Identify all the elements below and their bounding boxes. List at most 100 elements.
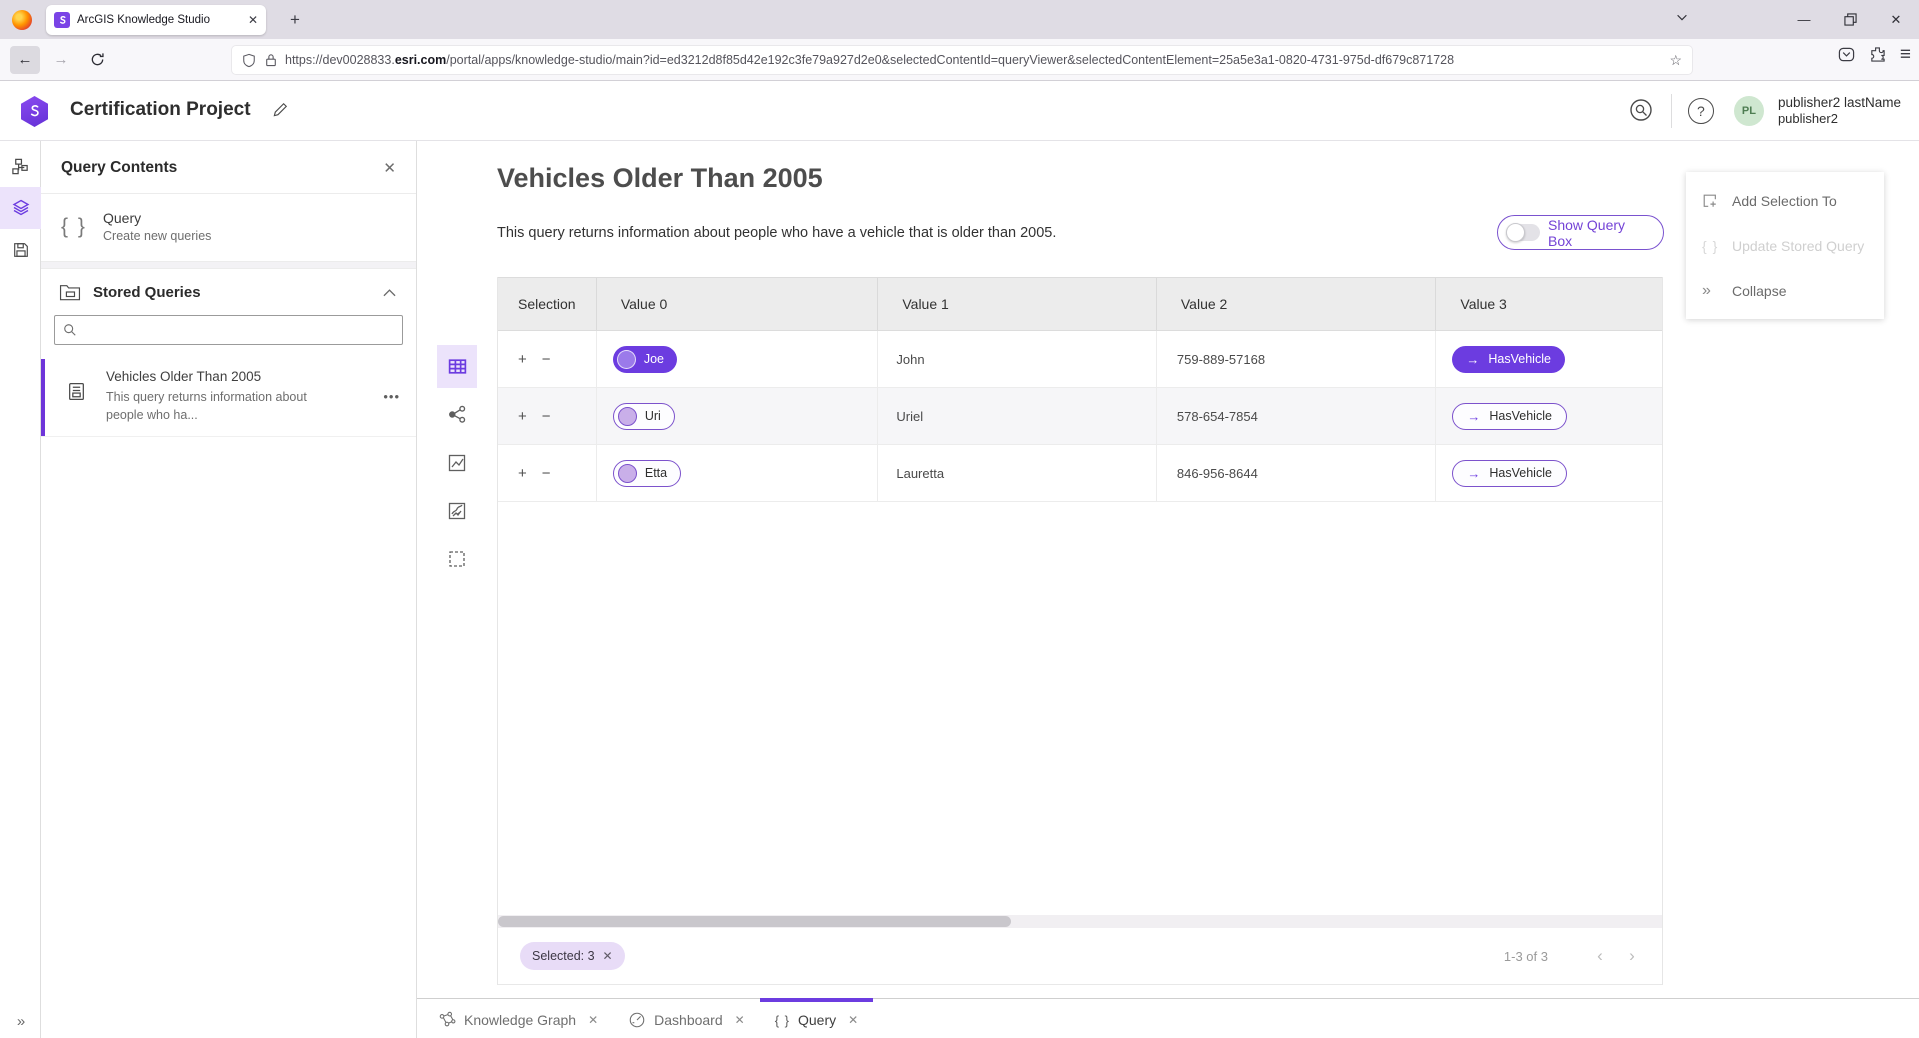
update-stored-query-item[interactable]: { } Update Stored Query [1686, 223, 1884, 268]
user-avatar[interactable]: PL [1734, 96, 1764, 126]
expand-rail-chevrons[interactable]: » [0, 1013, 41, 1030]
stored-queries-header[interactable]: Stored Queries [41, 269, 416, 313]
scrollbar-thumb[interactable] [498, 916, 1011, 927]
next-page-chevron[interactable]: › [1616, 946, 1648, 966]
add-to-selection-button[interactable]: + [518, 465, 527, 482]
table-view-button[interactable] [437, 345, 477, 388]
link-chart-view-button[interactable] [437, 393, 477, 436]
browser-tab-title: ArcGIS Knowledge Studio [77, 14, 242, 26]
close-tab-icon[interactable]: ✕ [588, 1013, 598, 1027]
toggle-switch[interactable] [1506, 224, 1540, 241]
entity-pill[interactable]: Joe [613, 346, 677, 373]
stored-queries-title: Stored Queries [93, 284, 383, 301]
search-icon [63, 323, 77, 337]
item-options-ellipsis[interactable]: ••• [383, 389, 400, 404]
table-header-row: Selection Value 0 Value 1 Value 2 Value … [498, 277, 1662, 331]
cell-value1[interactable]: Lauretta [878, 445, 1157, 501]
main-content: Vehicles Older Than 2005 This query retu… [417, 141, 1919, 1038]
table-row[interactable]: +− Uri Uriel 578-654-7854 →HasVehicle [498, 388, 1662, 445]
table-row[interactable]: +− Joe John 759-889-57168 →HasVehicle [498, 331, 1662, 388]
relationship-pill[interactable]: →HasVehicle [1452, 460, 1567, 487]
node-circle-icon [617, 350, 636, 369]
bookmark-star-icon[interactable]: ☆ [1669, 52, 1682, 69]
selection-tools-button[interactable] [437, 537, 477, 580]
layers-button[interactable] [0, 187, 41, 229]
new-query-item[interactable]: { } Query Create new queries [41, 194, 416, 262]
tab-knowledge-graph[interactable]: Knowledge Graph ✕ [423, 998, 613, 1038]
extensions-puzzle-icon[interactable] [1869, 46, 1886, 63]
remove-from-selection-button[interactable]: − [542, 408, 551, 425]
back-button[interactable]: ← [10, 46, 40, 74]
search-input[interactable] [83, 323, 394, 338]
relationship-pill[interactable]: →HasVehicle [1452, 403, 1567, 430]
tab-close-icon[interactable]: ✕ [248, 13, 258, 27]
list-tabs-chevron-icon[interactable] [1675, 10, 1689, 29]
reload-button[interactable] [82, 46, 112, 74]
clear-selection-icon[interactable]: ✕ [603, 949, 613, 963]
help-button[interactable]: ? [1678, 98, 1724, 124]
close-tab-icon[interactable]: ✕ [735, 1013, 745, 1027]
edit-project-title-icon[interactable] [272, 101, 289, 123]
help-icon: ? [1688, 98, 1714, 124]
collapse-menu-item[interactable]: » Collapse [1686, 268, 1884, 313]
browser-tab[interactable]: ArcGIS Knowledge Studio ✕ [46, 5, 266, 35]
knowledge-graph-icon [438, 1011, 456, 1029]
show-query-box-toggle[interactable]: Show Query Box [1497, 215, 1664, 250]
selected-count-chip[interactable]: Selected: 3 ✕ [520, 942, 625, 970]
add-selection-to-item[interactable]: Add Selection To [1686, 178, 1884, 223]
search-button[interactable] [1619, 98, 1665, 124]
entity-pill[interactable]: Uri [613, 403, 675, 430]
relationship-arrow-icon: → [1467, 409, 1480, 424]
cell-value1[interactable]: John [878, 331, 1157, 387]
double-chevron-icon: » [1702, 282, 1732, 300]
column-header-value2[interactable]: Value 2 [1157, 278, 1437, 330]
tracking-shield-icon[interactable] [242, 53, 256, 68]
forward-button[interactable]: → [46, 46, 76, 74]
panel-close-icon[interactable]: ✕ [383, 159, 396, 177]
menu-hamburger-icon[interactable]: ≡ [1900, 46, 1911, 63]
stored-queries-search[interactable] [54, 315, 403, 345]
cell-value2[interactable]: 759-889-57168 [1157, 331, 1437, 387]
url-text[interactable]: https://dev0028833.esri.com/portal/apps/… [285, 53, 1661, 67]
cell-value2[interactable]: 578-654-7854 [1157, 388, 1437, 444]
close-tab-icon[interactable]: ✕ [848, 1013, 858, 1027]
entity-pill[interactable]: Etta [613, 460, 681, 487]
lock-icon[interactable] [265, 53, 277, 67]
relationship-pill[interactable]: →HasVehicle [1452, 346, 1565, 373]
table-footer: Selected: 3 ✕ 1-3 of 3 ‹ › [498, 928, 1662, 985]
firefox-logo-icon[interactable] [12, 10, 32, 30]
chart-view-button[interactable] [437, 441, 477, 484]
map-view-button[interactable] [437, 489, 477, 532]
stored-query-text: Vehicles Older Than 2005 This query retu… [106, 369, 328, 424]
remove-from-selection-button[interactable]: − [542, 351, 551, 368]
add-to-selection-button[interactable]: + [518, 408, 527, 425]
stored-query-item[interactable]: Vehicles Older Than 2005 This query retu… [41, 359, 416, 437]
close-window-button[interactable]: ✕ [1873, 0, 1919, 39]
save-button[interactable] [0, 229, 41, 271]
user-info[interactable]: publisher2 lastName publisher2 [1778, 95, 1901, 127]
remove-from-selection-button[interactable]: − [542, 465, 551, 482]
query-item-title: Query [103, 210, 211, 226]
column-header-value3[interactable]: Value 3 [1436, 278, 1662, 330]
previous-page-chevron[interactable]: ‹ [1584, 946, 1616, 966]
add-to-selection-button[interactable]: + [518, 351, 527, 368]
minimize-button[interactable]: — [1781, 0, 1827, 39]
user-username: publisher2 [1778, 111, 1901, 127]
collapse-chevron-icon[interactable] [383, 288, 396, 297]
table-row[interactable]: +− Etta Lauretta 846-956-8644 →HasVehicl… [498, 445, 1662, 502]
data-model-button[interactable] [0, 145, 41, 187]
cell-value2[interactable]: 846-956-8644 [1157, 445, 1437, 501]
tab-query[interactable]: { } Query ✕ [760, 998, 873, 1038]
view-switch-rail [437, 345, 477, 585]
column-header-selection[interactable]: Selection [498, 278, 597, 330]
pocket-icon[interactable] [1838, 46, 1855, 63]
column-header-value1[interactable]: Value 1 [878, 278, 1157, 330]
browser-tabbar: ArcGIS Knowledge Studio ✕ + — ✕ [0, 0, 1919, 39]
tab-dashboard[interactable]: Dashboard ✕ [613, 998, 760, 1038]
cell-value1[interactable]: Uriel [878, 388, 1157, 444]
column-header-value0[interactable]: Value 0 [597, 278, 879, 330]
horizontal-scrollbar[interactable] [498, 915, 1662, 928]
restore-button[interactable] [1827, 0, 1873, 39]
url-bar[interactable]: https://dev0028833.esri.com/portal/apps/… [232, 46, 1692, 74]
new-tab-button[interactable]: + [282, 8, 308, 32]
